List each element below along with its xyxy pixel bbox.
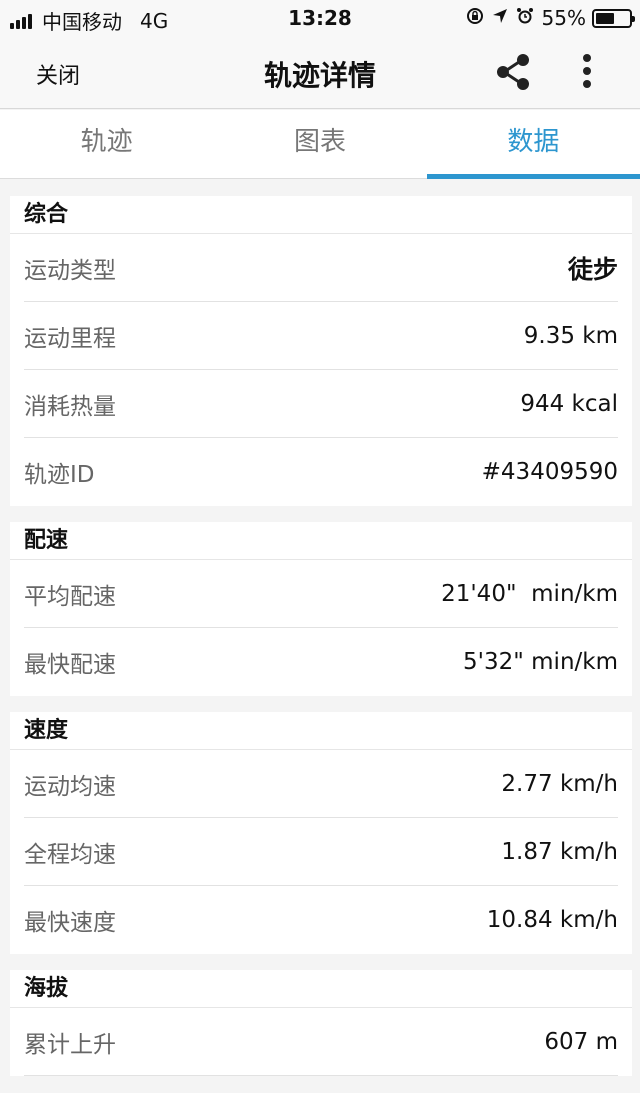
row-value: 1.87 km/h [501, 838, 618, 865]
row-label: 运动里程 [24, 325, 116, 352]
section-speed: 速度 运动均速 2.77 km/h 全程均速 1.87 km/h 最快速度 10… [10, 712, 632, 954]
row-value: 5'32" min/km [463, 649, 618, 675]
row-label: 平均配速 [24, 583, 116, 610]
navigation-bar: 关闭 轨迹详情 [0, 36, 640, 109]
list-item: 最快速度 10.84 km/h [24, 886, 618, 954]
list-item: 运动里程 9.35 km [24, 302, 618, 370]
row-value: 2.77 km/h [501, 770, 618, 797]
row-value: 21'40" min/km [441, 580, 618, 607]
list-item: 轨迹ID #43409590 [24, 438, 618, 506]
list-item: 全程均速 1.87 km/h [24, 818, 618, 886]
section-altitude: 海拔 累计上升 607 m [10, 970, 632, 1076]
tab-data[interactable]: 数据 [426, 110, 640, 179]
tab-chart[interactable]: 图表 [213, 110, 426, 178]
list-item: 平均配速 21'40" min/km [24, 560, 618, 628]
row-label: 最快速度 [24, 910, 116, 936]
status-right: 55% [466, 6, 635, 30]
list-item: 累计上升 607 m [24, 1008, 618, 1076]
row-label: 消耗热量 [24, 393, 116, 420]
row-value: #43409590 [481, 459, 618, 485]
location-arrow-icon [492, 8, 508, 29]
row-value: 944 kcal [520, 390, 618, 417]
row-value: 10.84 km/h [486, 907, 618, 933]
status-bar: 中国移动 4G 13:28 55% [0, 0, 640, 36]
row-label: 累计上升 [24, 1031, 116, 1058]
list-item: 消耗热量 944 kcal [24, 370, 618, 438]
more-vertical-icon[interactable] [578, 52, 596, 92]
alarm-icon [516, 7, 534, 30]
section-title: 配速 [10, 522, 632, 560]
battery-percent: 55% [541, 6, 586, 30]
row-value: 607 m [544, 1028, 618, 1055]
tab-bar: 轨迹 图表 数据 [0, 110, 640, 179]
row-value: 9.35 km [523, 322, 618, 349]
battery-icon [592, 8, 635, 28]
row-label: 运动均速 [24, 773, 116, 800]
battery-fill [596, 12, 614, 24]
row-label: 轨迹ID [24, 462, 95, 488]
page-title: 轨迹详情 [263, 59, 376, 92]
section-title: 综合 [10, 196, 632, 234]
tab-track[interactable]: 轨迹 [0, 110, 213, 178]
row-label: 运动类型 [24, 257, 116, 284]
list-item: 运动均速 2.77 km/h [24, 750, 618, 818]
section-title: 海拔 [10, 970, 632, 1008]
row-value: 徒步 [567, 254, 618, 284]
row-label: 全程均速 [24, 841, 116, 868]
section-pace: 配速 平均配速 21'40" min/km 最快配速 5'32" min/km [10, 522, 632, 696]
row-label: 最快配速 [24, 652, 116, 678]
section-title: 速度 [10, 712, 632, 750]
rotation-lock-icon [466, 7, 484, 30]
share-icon[interactable] [494, 52, 534, 92]
section-summary: 综合 运动类型 徒步 运动里程 9.35 km 消耗热量 944 kcal 轨迹… [10, 196, 632, 506]
list-item: 运动类型 徒步 [24, 234, 618, 302]
list-item: 最快配速 5'32" min/km [24, 628, 618, 696]
data-content: 综合 运动类型 徒步 运动里程 9.35 km 消耗热量 944 kcal 轨迹… [0, 180, 640, 1076]
